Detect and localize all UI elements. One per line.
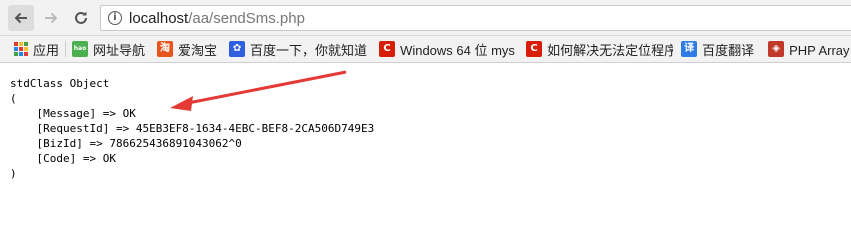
apps-grid-icon xyxy=(14,42,28,56)
reload-button[interactable] xyxy=(68,5,94,31)
bookmark-label: PHP Array 函 xyxy=(789,42,851,58)
taobao-icon: 淘 xyxy=(157,41,174,57)
forward-button[interactable] xyxy=(38,5,64,31)
bookmark-label: 网址导航 xyxy=(93,42,146,58)
page-content: stdClass Object( [Message] => OK [Reques… xyxy=(0,63,851,247)
bookmark-baidu[interactable]: ✿ 百度一下，你就知道 xyxy=(217,36,368,62)
bookmark-label: 百度一下，你就知道 xyxy=(250,42,368,58)
bookmarks-bar: 应用 hao 网址导航 淘 爱淘宝 ✿ 百度一下，你就知道 C Windows … xyxy=(0,36,851,63)
url-host: localhost xyxy=(129,9,189,27)
back-arrow-icon xyxy=(14,12,27,24)
csdn-icon: C xyxy=(379,41,396,57)
info-icon[interactable]: i xyxy=(108,11,122,25)
bookmark-baidu-translate[interactable]: 译 百度翻译 xyxy=(673,36,755,62)
forward-arrow-icon xyxy=(45,12,58,24)
url-path: /aa/sendSms.php xyxy=(188,9,305,27)
bookmark-label: 爱淘宝 xyxy=(178,42,218,58)
bookmark-label: 如何解决无法定位程序 xyxy=(547,42,674,58)
php-doc-icon: ◈ xyxy=(768,41,785,57)
baidu-paw-icon: ✿ xyxy=(229,41,246,57)
back-button[interactable] xyxy=(8,5,34,31)
hao-icon: hao xyxy=(72,41,89,57)
bookmark-hao[interactable]: hao 网址导航 xyxy=(66,36,146,62)
bookmark-locate-program[interactable]: C 如何解决无法定位程序 xyxy=(520,36,674,62)
bookmark-label: Windows 64 位 mys xyxy=(400,42,515,58)
bookmark-taobao[interactable]: 淘 爱淘宝 xyxy=(145,36,218,62)
url-text[interactable]: localhost/aa/sendSms.php xyxy=(129,10,305,27)
bookmark-windows-mysql[interactable]: C Windows 64 位 mys xyxy=(367,36,520,62)
address-bar[interactable]: i localhost/aa/sendSms.php xyxy=(100,5,851,31)
bookmark-label: 百度翻译 xyxy=(702,42,755,58)
red-arrow-annotation xyxy=(170,70,347,111)
csdn-icon: C xyxy=(526,41,543,57)
bookmark-label: 应用 xyxy=(33,42,60,58)
bookmark-apps[interactable]: 应用 xyxy=(0,36,60,62)
browser-toolbar: i localhost/aa/sendSms.php xyxy=(0,0,851,36)
translate-icon: 译 xyxy=(681,41,698,57)
bookmark-php-array[interactable]: ◈ PHP Array 函 xyxy=(754,36,851,62)
reload-icon xyxy=(75,11,87,24)
